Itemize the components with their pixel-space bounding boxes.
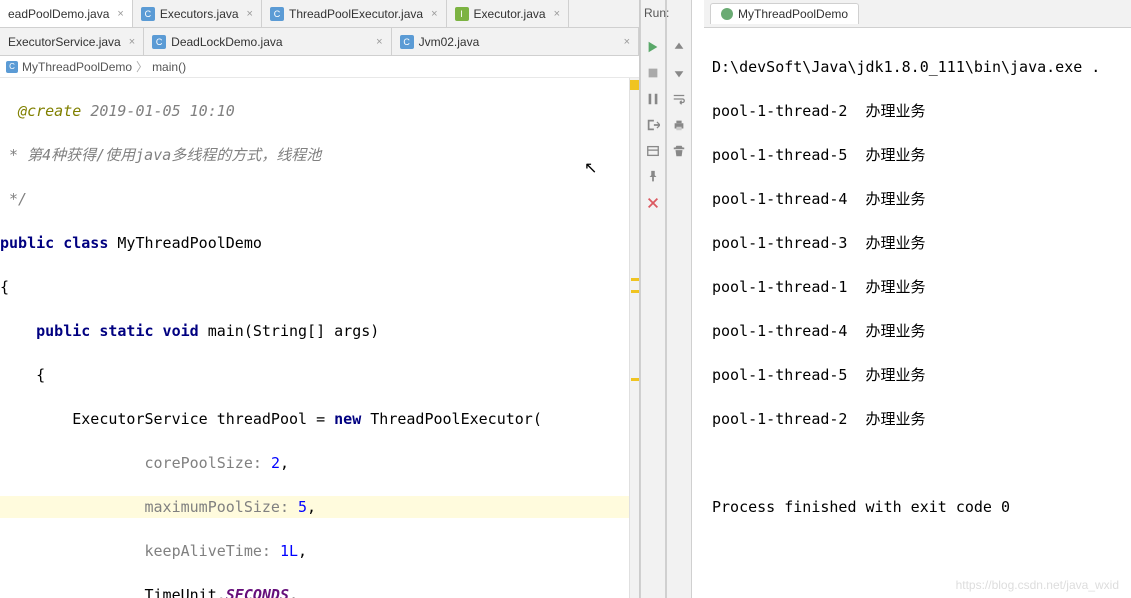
tab-executor[interactable]: I Executor.java × — [447, 0, 569, 27]
pin-button[interactable] — [644, 168, 662, 186]
run-config-title: MyThreadPoolDemo — [738, 7, 848, 21]
warning-summary-icon[interactable] — [630, 80, 639, 90]
close-icon[interactable]: × — [247, 8, 253, 20]
exit-button[interactable] — [644, 116, 662, 134]
console-line: pool-1-thread-4 办理业务 — [712, 320, 1123, 342]
soft-wrap-button[interactable] — [670, 90, 688, 108]
stop-button[interactable] — [644, 64, 662, 82]
file-label: Executor.java — [474, 7, 546, 21]
class-icon: C — [270, 7, 284, 21]
console-line: pool-1-thread-5 办理业务 — [712, 364, 1123, 386]
tab-deadlockdemo[interactable]: C DeadLockDemo.java × — [144, 28, 391, 55]
warning-mark[interactable] — [631, 290, 639, 293]
run-toolwindow-label[interactable]: Run: — [644, 6, 669, 20]
close-icon[interactable]: × — [554, 8, 560, 20]
print-button[interactable] — [670, 116, 688, 134]
run-config-icon — [721, 8, 733, 20]
run-config-tab[interactable]: MyThreadPoolDemo — [710, 3, 859, 24]
close-icon[interactable]: × — [129, 36, 135, 48]
class-icon: C — [400, 35, 414, 49]
chevron-right-icon: 〉 — [136, 58, 148, 75]
file-label: ThreadPoolExecutor.java — [289, 7, 423, 21]
console-line: pool-1-thread-2 办理业务 — [712, 408, 1123, 430]
tab-threadpoolexecutor[interactable]: C ThreadPoolExecutor.java × — [262, 0, 447, 27]
tab-executorservice[interactable]: ExecutorService.java × — [0, 28, 144, 55]
close-icon[interactable]: × — [431, 8, 437, 20]
close-icon[interactable]: × — [624, 36, 630, 48]
file-label: Jvm02.java — [419, 35, 480, 49]
layout-button[interactable] — [644, 142, 662, 160]
class-icon: C — [152, 35, 166, 49]
run-toolbar-col-1 — [640, 0, 666, 598]
warning-mark[interactable] — [631, 378, 639, 381]
clear-all-button[interactable] — [670, 142, 688, 160]
console-line: pool-1-thread-1 办理业务 — [712, 276, 1123, 298]
class-icon: C — [6, 61, 18, 73]
file-label: DeadLockDemo.java — [171, 35, 282, 49]
pause-button[interactable] — [644, 90, 662, 108]
console-pane: MyThreadPoolDemo D:\devSoft\Java\jdk1.8.… — [704, 0, 1131, 598]
breadcrumb-class[interactable]: MyThreadPoolDemo — [22, 60, 132, 74]
console-line: pool-1-thread-2 办理业务 — [712, 100, 1123, 122]
run-toolbar-col-2 — [666, 0, 692, 598]
class-icon: C — [141, 7, 155, 21]
console-exit-line: Process finished with exit code 0 — [712, 496, 1123, 518]
console-header: MyThreadPoolDemo — [704, 0, 1131, 28]
watermark: https://blog.csdn.net/java_wxid — [956, 578, 1119, 592]
close-icon[interactable]: × — [117, 8, 123, 20]
editor-tabs-row-1: eadPoolDemo.java × C Executors.java × C … — [0, 0, 639, 28]
rerun-button[interactable] — [644, 38, 662, 56]
tab-jvm02[interactable]: C Jvm02.java × — [392, 28, 639, 55]
console-output[interactable]: D:\devSoft\Java\jdk1.8.0_111\bin\java.ex… — [704, 28, 1131, 598]
run-toolbar — [640, 0, 704, 598]
console-line: pool-1-thread-5 办理业务 — [712, 144, 1123, 166]
breadcrumb-method[interactable]: main() — [152, 60, 186, 74]
editor-tabs-row-2: ExecutorService.java × C DeadLockDemo.ja… — [0, 28, 639, 56]
console-line: pool-1-thread-4 办理业务 — [712, 188, 1123, 210]
tab-executors[interactable]: C Executors.java × — [133, 0, 262, 27]
breadcrumb: C MyThreadPoolDemo 〉 main() — [0, 56, 639, 78]
file-label: ExecutorService.java — [8, 35, 121, 49]
console-blank — [712, 452, 1123, 474]
tab-mythreadpooldemo[interactable]: eadPoolDemo.java × — [0, 0, 133, 27]
error-stripe[interactable] — [629, 78, 639, 598]
file-label: eadPoolDemo.java — [8, 7, 109, 21]
editor-pane: eadPoolDemo.java × C Executors.java × C … — [0, 0, 640, 598]
close-icon[interactable]: × — [376, 36, 382, 48]
console-line: pool-1-thread-3 办理业务 — [712, 232, 1123, 254]
code-editor[interactable]: @create 2019-01-05 10:10 * 第4种获得/使用java多… — [0, 78, 639, 598]
close-tab-button[interactable] — [644, 194, 662, 212]
console-line: D:\devSoft\Java\jdk1.8.0_111\bin\java.ex… — [712, 56, 1123, 78]
up-button[interactable] — [670, 38, 688, 56]
interface-icon: I — [455, 7, 469, 21]
warning-mark[interactable] — [631, 278, 639, 281]
file-label: Executors.java — [160, 7, 239, 21]
down-button[interactable] — [670, 64, 688, 82]
